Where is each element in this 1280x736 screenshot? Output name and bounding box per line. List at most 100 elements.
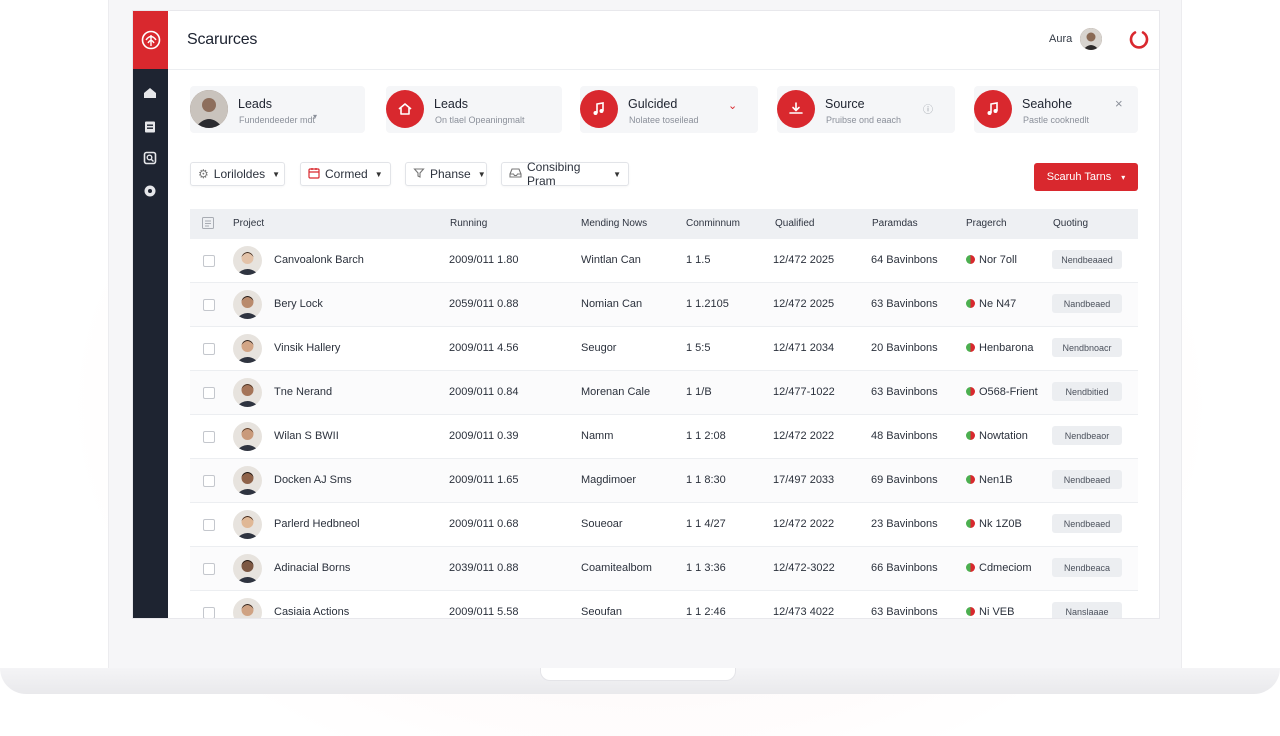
table-row[interactable]: Tne Nerand 2009/011 0.84 Morenan Cale 1 …	[190, 371, 1138, 415]
conminnum-value: 1 1.2105	[686, 298, 729, 310]
sidebar-search-icon[interactable]	[142, 150, 158, 166]
paramdas-value: 63 Bavinbons	[871, 606, 938, 618]
table-row[interactable]: Canvoalonk Barch 2009/011 1.80 Wintlan C…	[190, 239, 1138, 283]
status-dot-icon	[966, 343, 975, 352]
qualified-value: 12/472 2025	[773, 254, 835, 266]
table-row[interactable]: Vinsik Hallery 2009/011 4.56 Seugor 1 5:…	[190, 327, 1138, 371]
status-dot-icon	[966, 387, 975, 396]
search-button-label: Scaruh Tarns	[1046, 171, 1112, 183]
row-checkbox[interactable]	[203, 299, 215, 311]
sidebar-settings-icon[interactable]	[142, 183, 158, 199]
summary-card-seahohe[interactable]: Seahohe Pastle cooknedlt ×	[974, 86, 1138, 133]
top-bar: Scarurces Aura	[168, 11, 1159, 70]
row-checkbox[interactable]	[203, 607, 215, 618]
project-name[interactable]: Casiaia Actions	[274, 606, 349, 618]
caret-down-icon: ▼	[374, 169, 383, 179]
column-header[interactable]: Paramdas	[872, 218, 918, 229]
power-icon	[1129, 31, 1149, 49]
project-name[interactable]: Wilan S BWII	[274, 430, 339, 442]
running-value: 2009/011 5.58	[449, 606, 519, 618]
column-header[interactable]: Project	[233, 218, 264, 229]
filter-label: Phanse	[430, 167, 471, 181]
avatar	[233, 598, 262, 618]
running-value: 2009/011 1.65	[449, 474, 519, 486]
column-header[interactable]: Conminnum	[686, 218, 740, 229]
card-subtitle: Nolatee toseilead	[629, 115, 699, 125]
mending-value: Seugor	[581, 342, 617, 354]
row-checkbox[interactable]	[203, 431, 215, 443]
user-name[interactable]: Aura	[1049, 33, 1072, 45]
filter-loriloldes[interactable]: ⚙ Loriloldes ▼	[190, 162, 285, 186]
pragerch-text: Nowtation	[979, 430, 1028, 442]
conminnum-value: 1 1 3:36	[686, 562, 726, 574]
table-row[interactable]: Bery Lock 2059/011 0.88 Nomian Can 1 1.2…	[190, 283, 1138, 327]
table-row[interactable]: Wilan S BWII 2009/011 0.39 Namm 1 1 2:08…	[190, 415, 1138, 459]
card-user-avatar	[190, 90, 228, 128]
project-name[interactable]: Tne Nerand	[274, 386, 332, 398]
close-icon[interactable]: ×	[1115, 96, 1123, 111]
avatar	[233, 554, 262, 583]
mending-value: Morenan Cale	[581, 386, 651, 398]
table-row[interactable]: Casiaia Actions 2009/011 5.58 Seoufan 1 …	[190, 591, 1138, 618]
filter-phanse[interactable]: Phanse ▼	[405, 162, 487, 186]
laptop-notch	[540, 668, 736, 681]
project-name[interactable]: Docken AJ Sms	[274, 474, 352, 486]
summary-card-leads-1[interactable]: Leads Fundendeeder mdt ▾	[190, 86, 365, 133]
summary-card-leads-2[interactable]: Leads On tlael Opeaningmalt	[386, 86, 562, 133]
status-dot-icon	[966, 519, 975, 528]
summary-card-source[interactable]: Source Pruibse ond eaach ⓘ	[777, 86, 955, 133]
card-title: Seahohe	[1022, 97, 1073, 111]
project-name[interactable]: Bery Lock	[274, 298, 323, 310]
avatar	[233, 510, 262, 539]
card-title: Leads	[434, 97, 469, 111]
pragerch-value: Nor 7oll	[966, 254, 1017, 266]
card-subtitle: On tlael Opeaningmalt	[435, 115, 525, 125]
pragerch-text: Nen1B	[979, 474, 1013, 486]
row-checkbox[interactable]	[203, 255, 215, 267]
project-name[interactable]: Adinacial Borns	[274, 562, 350, 574]
table-row[interactable]: Adinacial Borns 2039/011 0.88 Coamitealb…	[190, 547, 1138, 591]
select-all-icon[interactable]	[202, 217, 214, 232]
row-checkbox[interactable]	[203, 475, 215, 487]
column-header[interactable]: Mending Nows	[581, 218, 647, 229]
qualified-value: 12/472 2022	[773, 518, 835, 530]
status-dot-icon	[966, 607, 975, 616]
sidebar-home-icon[interactable]	[142, 85, 158, 101]
project-name[interactable]: Vinsik Hallery	[274, 342, 340, 354]
user-avatar[interactable]	[1080, 28, 1102, 50]
search-button[interactable]: Scaruh Tarns ▾	[1034, 163, 1138, 191]
avatar	[233, 378, 262, 407]
status-badge: Nendbeaca	[1052, 558, 1122, 577]
conminnum-value: 1 5:5	[686, 342, 711, 354]
row-checkbox[interactable]	[203, 343, 215, 355]
table-row[interactable]: Parlerd Hedbneol 2009/011 0.68 Soueoar 1…	[190, 503, 1138, 547]
card-subtitle: Pastle cooknedlt	[1023, 115, 1090, 125]
column-header[interactable]: Quoting	[1053, 218, 1088, 229]
project-name[interactable]: Canvoalonk Barch	[274, 254, 364, 266]
sidebar-document-icon[interactable]	[142, 119, 158, 135]
column-header[interactable]: Qualified	[775, 218, 814, 229]
chevron-down-icon[interactable]: ⌄	[728, 99, 737, 112]
chevron-down-icon: ▾	[1121, 172, 1126, 182]
chevron-down-icon[interactable]: ▾	[313, 112, 317, 121]
column-header[interactable]: Pragerch	[966, 218, 1007, 229]
power-button[interactable]	[1126, 26, 1152, 52]
column-header[interactable]: Running	[450, 218, 487, 229]
avatar	[233, 246, 262, 275]
home-icon	[386, 90, 424, 128]
filter-cormed[interactable]: Cormed ▼	[300, 162, 391, 186]
card-title: Gulcided	[628, 97, 678, 111]
table-row[interactable]: Docken AJ Sms 2009/011 1.65 Magdimoer 1 …	[190, 459, 1138, 503]
row-checkbox[interactable]	[203, 387, 215, 399]
app-logo[interactable]	[133, 11, 168, 69]
row-checkbox[interactable]	[203, 563, 215, 575]
conminnum-value: 1 1 2:46	[686, 606, 726, 618]
project-name[interactable]: Parlerd Hedbneol	[274, 518, 360, 530]
qualified-value: 12/472 2025	[773, 298, 835, 310]
filter-consibing-pram[interactable]: Consibing Pram ▼	[501, 160, 629, 188]
info-icon[interactable]: ⓘ	[923, 101, 933, 116]
card-title: Leads	[238, 97, 273, 111]
avatar	[233, 290, 262, 319]
summary-card-gulcided[interactable]: Gulcided Nolatee toseilead ⌄	[580, 86, 758, 133]
row-checkbox[interactable]	[203, 519, 215, 531]
